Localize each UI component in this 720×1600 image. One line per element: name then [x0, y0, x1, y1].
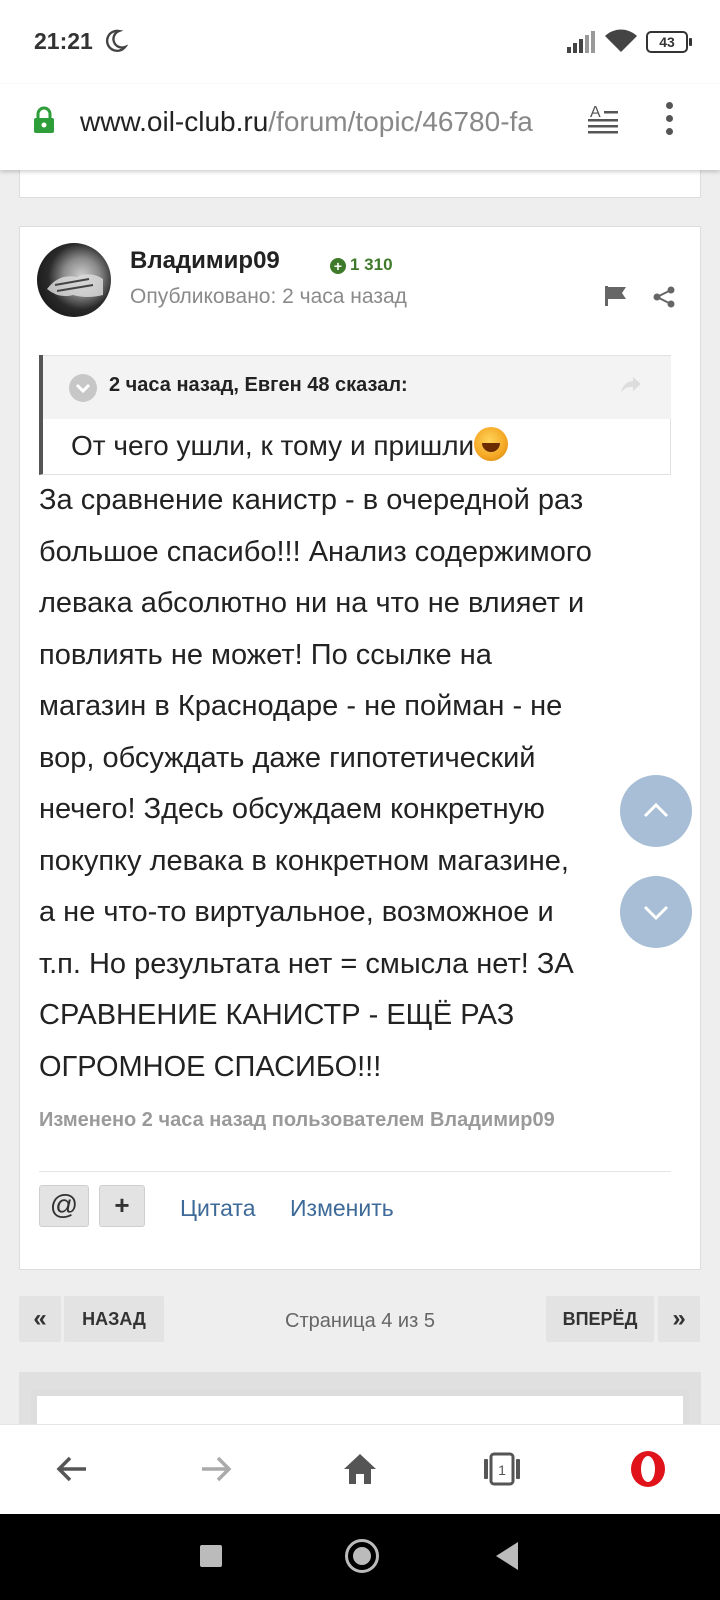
- post-line: т.п. Но результата нет = смысла нет! ЗА: [39, 947, 574, 980]
- post-line: повлиять не может! По ссылке на: [39, 638, 492, 671]
- browser-address-bar: www.oil-club.ru/forum/topic/46780-fa A: [0, 84, 720, 170]
- post-line: левака абсолютно ни на что не влияет и: [39, 587, 585, 619]
- quote-header[interactable]: 2 часа назад, Евген 48 сказал:: [43, 355, 671, 419]
- recents-square-icon[interactable]: [200, 1545, 222, 1567]
- post-timestamp: Опубликовано: 2 часа назад: [130, 285, 407, 308]
- browser-bottom-toolbar: 1: [0, 1424, 720, 1514]
- tabs-button[interactable]: 1: [482, 1449, 522, 1489]
- post-line: ОГРОМНОЕ СПАСИБО!!!: [39, 1050, 382, 1083]
- battery-indicator: 43: [646, 31, 692, 53]
- post-line: вор, обсуждать даже гипотетический: [39, 741, 536, 774]
- url-path: /forum/topic/46780-fa: [268, 106, 533, 137]
- share-icon[interactable]: [652, 285, 676, 309]
- post-line: За сравнение канистр - в очередной раз: [39, 484, 584, 516]
- laughing-emoji-icon: [474, 427, 509, 461]
- scroll-up-button[interactable]: [620, 775, 692, 847]
- forward-arrow-icon[interactable]: [196, 1449, 236, 1489]
- collapse-chevron-icon[interactable]: [69, 374, 97, 402]
- wifi-icon: [605, 29, 637, 52]
- quote-block: 2 часа назад, Евген 48 сказал: От чего у…: [39, 355, 671, 475]
- quote-text: От чего ушли, к тому и пришли: [71, 430, 475, 461]
- post-line: покупку левака в конкретном магазине,: [39, 844, 569, 877]
- first-page-button[interactable]: «: [19, 1296, 61, 1342]
- last-page-button[interactable]: »: [658, 1296, 700, 1342]
- multiquote-plus-button[interactable]: +: [99, 1185, 145, 1227]
- reputation-badge: +1 310: [330, 255, 393, 275]
- opera-menu-icon[interactable]: [628, 1449, 668, 1489]
- chevron-down-icon: [643, 905, 669, 921]
- tabs-count: 1: [498, 1462, 506, 1478]
- quote-jump-arrow-icon[interactable]: [619, 374, 643, 396]
- plus-circle-icon: +: [330, 258, 346, 274]
- quote-citation: 2 часа назад, Евген 48 сказал:: [109, 374, 408, 396]
- home-icon[interactable]: [340, 1449, 380, 1489]
- avatar[interactable]: [37, 243, 111, 317]
- back-arrow-icon[interactable]: [52, 1449, 92, 1489]
- report-flag-icon[interactable]: [604, 285, 628, 307]
- url-field[interactable]: www.oil-club.ru/forum/topic/46780-fa: [80, 102, 570, 142]
- system-navigation-bar: [0, 1514, 720, 1600]
- post-line: нечего! Здесь обсуждаем конкретную: [39, 793, 545, 825]
- post-header: Владимир09 +1 310 Опубликовано: 2 часа н…: [20, 227, 700, 333]
- clock: 21:21: [34, 28, 93, 54]
- lock-icon[interactable]: [32, 106, 56, 134]
- next-page-button[interactable]: ВПЕРЁД: [546, 1296, 654, 1342]
- home-circle-icon[interactable]: [345, 1539, 379, 1573]
- post-card: Владимир09 +1 310 Опубликовано: 2 часа н…: [19, 226, 701, 1270]
- tabs-icon: 1: [484, 1452, 520, 1486]
- post-line: СРАВНЕНИЕ КАНИСТР - ЕЩЁ РАЗ: [39, 999, 515, 1031]
- post-body: 2 часа назад, Евген 48 сказал: От чего у…: [20, 333, 700, 1269]
- quote-text-line: От чего ушли, к тому и пришли: [71, 427, 509, 462]
- url-host: www.oil-club.ru: [80, 106, 269, 137]
- scroll-down-button[interactable]: [620, 876, 692, 948]
- do-not-disturb-moon-icon: [105, 29, 128, 52]
- prev-page-button[interactable]: НАЗАД: [64, 1296, 164, 1342]
- status-bar: 21:21 43: [0, 0, 720, 84]
- edit-link[interactable]: Изменить: [290, 1195, 394, 1222]
- mention-button[interactable]: @: [39, 1185, 89, 1227]
- svg-text:A: A: [590, 104, 601, 121]
- post-line: большое спасибо!!! Анализ содержимого: [39, 535, 592, 568]
- back-triangle-icon[interactable]: [496, 1542, 518, 1570]
- more-menu-icon[interactable]: [664, 102, 674, 138]
- chevron-up-icon: [643, 802, 669, 818]
- reply-box-card: [19, 1372, 701, 1450]
- post-line: магазин в Краснодаре - не пойман - не: [39, 690, 563, 722]
- cell-signal-icon: [567, 31, 595, 53]
- edited-note: Изменено 2 часа назад пользователем Влад…: [39, 1109, 555, 1131]
- reader-mode-icon[interactable]: A: [586, 102, 620, 136]
- divider: [39, 1171, 671, 1172]
- author-name[interactable]: Владимир09: [130, 247, 280, 275]
- post-content: За сравнение канистр - в очередной раз б…: [39, 475, 679, 1093]
- page-indicator[interactable]: Страница 4 из 5: [240, 1310, 480, 1333]
- quote-link[interactable]: Цитата: [180, 1195, 256, 1222]
- post-line: а не что-то виртуальное, возможное и: [39, 896, 554, 928]
- reputation-value: 1 310: [350, 255, 393, 274]
